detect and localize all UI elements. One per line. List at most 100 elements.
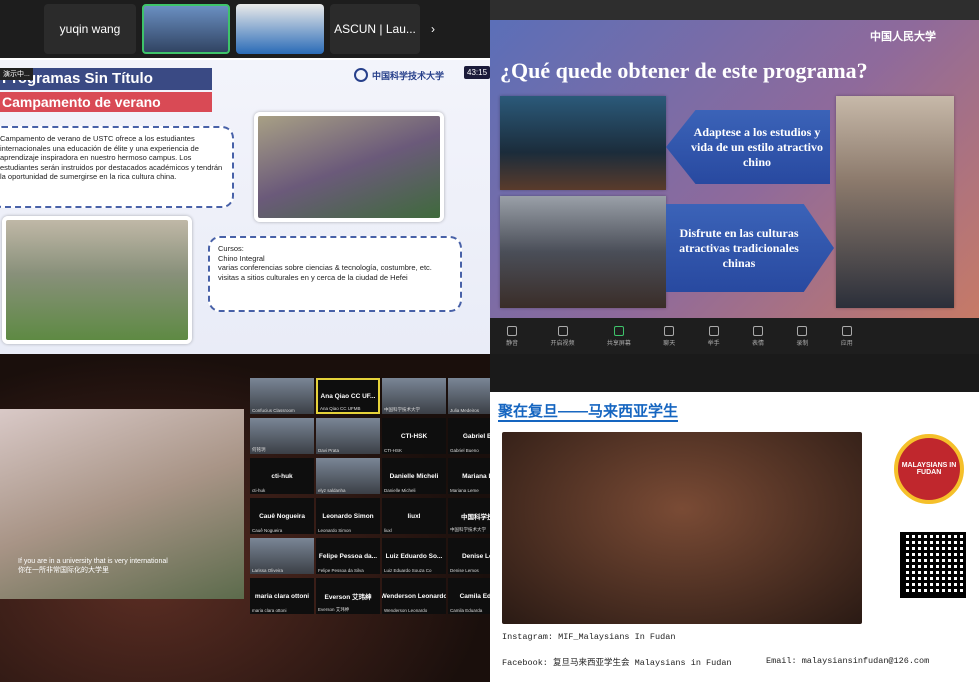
seal-icon [354, 68, 368, 82]
smiley-icon [753, 325, 764, 336]
participant-name: Leonardo Simon [322, 512, 374, 520]
participant-label: Leonardo Simon [318, 528, 352, 533]
participant-label: CTI-HSK [384, 448, 402, 453]
participant-grid: Confucius Classroom Ana Qiao CC UF... Ana … [250, 378, 490, 618]
participant-tile[interactable]: Denise Le... Denise Lemos [448, 538, 490, 574]
description-box: Campamento de verano de USTC ofrece a lo… [0, 126, 234, 208]
course-item: Chino Integral [218, 253, 265, 263]
participant-tile[interactable]: yuqin wang [44, 4, 136, 54]
participant-tile[interactable]: elyz saldanha [316, 458, 380, 494]
participant-tile[interactable]: Ana Qiao CC UF... Ana Qiao CC UFMB [316, 378, 380, 414]
participant-video-tile[interactable] [236, 4, 324, 54]
participant-tile[interactable]: Mariana L... Mariana Leme [448, 458, 490, 494]
group-photo [2, 216, 192, 344]
reactions-button[interactable]: 表情 [752, 325, 764, 347]
slide: Programas Sin Título Campamento de veran… [0, 60, 490, 354]
next-participants-icon[interactable]: › [424, 4, 442, 54]
apps-icon [841, 325, 852, 336]
active-speaker-tile[interactable] [142, 4, 230, 54]
participant-tile[interactable]: 中国科学技术大学 [382, 378, 446, 414]
participant-label: 中国科学技术大学 [384, 407, 420, 412]
slide: 中国人民大学 ¿Qué quede obtener de este progra… [490, 20, 979, 318]
participant-name: maria clara ottoni [254, 592, 310, 600]
participant-tile[interactable]: Gabriel B... Gabriel Bueno [448, 418, 490, 454]
ustc-presentation-panel: yuqin wang ASCUN | Lau... › Programas Si… [0, 0, 490, 354]
participant-label: Wenderson Leonardo [384, 608, 428, 613]
slide-subtitle: Campamento de verano [0, 92, 212, 112]
participant-label: 中国科学技术大学 [450, 527, 486, 532]
chat-button[interactable]: 聊天 [663, 325, 675, 347]
participant-tile[interactable]: liuxl liuxl [382, 498, 446, 534]
share-screen-button[interactable]: 共享屏幕 [607, 325, 631, 347]
raise-hand-button[interactable]: 举手 [708, 325, 720, 347]
participant-label: Felipe Pessoa da Silva [318, 568, 364, 573]
participant-tile[interactable]: Wenderson Leonardo Wenderson Leonardo [382, 578, 446, 614]
participant-name: yuqin wang [59, 22, 121, 36]
courses-heading: Cursos: [218, 244, 244, 253]
participant-tile[interactable]: Felipe Pessoa da... Felipe Pessoa da Silv… [316, 538, 380, 574]
camera-icon [557, 325, 568, 336]
participant-tile[interactable]: Davi Prata [316, 418, 380, 454]
participant-name: Everson 艾玮绅 [324, 594, 372, 601]
slide-title: 聚在复旦——马来西亚学生 [498, 403, 679, 420]
participant-name: Camila Edu... [459, 592, 490, 600]
stage-photo [500, 96, 666, 190]
facebook-text: Facebook: 复旦马来西亚学生会 Malaysians in Fudan [502, 658, 732, 668]
participant-tile[interactable]: Confucius Classroom [250, 378, 314, 414]
video-subtitles: If you are in a university that is very … [18, 558, 168, 574]
participant-tile[interactable]: Danielle Micheli Danielle Micheli [382, 458, 446, 494]
participant-label: Confucius Classroom [252, 408, 295, 413]
mic-icon [507, 325, 518, 336]
participant-label: Denise Lemos [450, 568, 479, 573]
video-call-monitor-panel: If you are in a university that is very … [0, 354, 490, 682]
participant-tile[interactable]: CTI-HSK CTI-HSK [382, 418, 446, 454]
email-text: Email: malaysiansinfudan@126.com [766, 656, 930, 666]
participant-label: Gabriel Bueno [450, 448, 479, 453]
participant-name: Ana Qiao CC UF... [320, 392, 376, 400]
participant-name: Gabriel B... [462, 432, 490, 440]
mute-button[interactable]: 静音 [506, 325, 518, 347]
slide-title: ¿Qué quede obtener de este programa? [500, 58, 868, 83]
participant-tile[interactable]: ASCUN | Lau... [330, 4, 420, 54]
participant-label: Larissa Oliveira [252, 568, 284, 573]
participant-tile[interactable]: cti-huk cti-huk [250, 458, 314, 494]
chat-icon [664, 325, 675, 336]
participant-label: Julia Medeiros [450, 408, 480, 413]
recording-badge: 演示中... [0, 68, 33, 80]
description-text: Campamento de verano de USTC ofrece a lo… [0, 134, 223, 181]
fudan-presentation-panel: 聚在复旦——马来西亚学生 MALAYSIANS IN FUDAN Instagr… [490, 354, 979, 682]
courses-box: Cursos: Chino Integral varias conferenci… [208, 236, 462, 312]
participant-label: Danielle Micheli [384, 488, 416, 493]
club-logo: MALAYSIANS IN FUDAN [894, 434, 964, 504]
slide: 聚在复旦——马来西亚学生 MALAYSIANS IN FUDAN Instagr… [490, 392, 979, 682]
course-item: visitas a sitios culturales en y cerca d… [218, 272, 408, 282]
participant-name: CTI-HSK [400, 432, 428, 440]
participant-tile[interactable]: 中国科学技... 中国科学技术大学 [448, 498, 490, 534]
participant-tile[interactable]: Leonardo Simon Leonardo Simon [316, 498, 380, 534]
participant-tile[interactable]: Everson 艾玮绅 Everson 艾玮绅 [316, 578, 380, 614]
renmin-presentation-panel: 中国人民大学 ¿Qué quede obtener de este progra… [490, 0, 979, 354]
participant-name: liuxl [407, 512, 421, 520]
participant-name: 中国科学技... [461, 514, 490, 521]
participant-label: Camila Eduarda [450, 608, 483, 613]
participant-name: Felipe Pessoa da... [318, 552, 378, 560]
participant-tile[interactable]: maria clara ottoni maria clara ottoni [250, 578, 314, 614]
participant-name: Luiz Eduardo So... [385, 552, 443, 560]
apps-button[interactable]: 应用 [841, 325, 853, 347]
participant-label: Luiz Eduardo Souza Co [384, 568, 432, 573]
participant-tile[interactable]: Julia Medeiros [448, 378, 490, 414]
participant-tile[interactable]: 何铭玥 [250, 418, 314, 454]
participant-name: Denise Le... [461, 552, 490, 560]
participant-tile[interactable]: Larissa Oliveira [250, 538, 314, 574]
participant-tile[interactable]: Cauê Nogueira Cauê Nogueira [250, 498, 314, 534]
participant-strip: yuqin wang ASCUN | Lau... › [0, 0, 490, 58]
participant-tile[interactable]: Camila Edu... Camila Eduarda [448, 578, 490, 614]
video-button[interactable]: 开启视频 [551, 325, 575, 347]
instagram-text: Instagram: MIF_Malaysians In Fudan [502, 632, 676, 642]
participant-tile[interactable]: Luiz Eduardo So... Luiz Eduardo Souza Co [382, 538, 446, 574]
participant-label: liuxl [384, 528, 392, 533]
summer-camp-photo [254, 112, 444, 222]
participant-name: Wenderson Leonardo [382, 592, 446, 600]
participant-label: Ana Qiao CC UFMB [320, 406, 361, 411]
record-button[interactable]: 录制 [796, 325, 808, 347]
